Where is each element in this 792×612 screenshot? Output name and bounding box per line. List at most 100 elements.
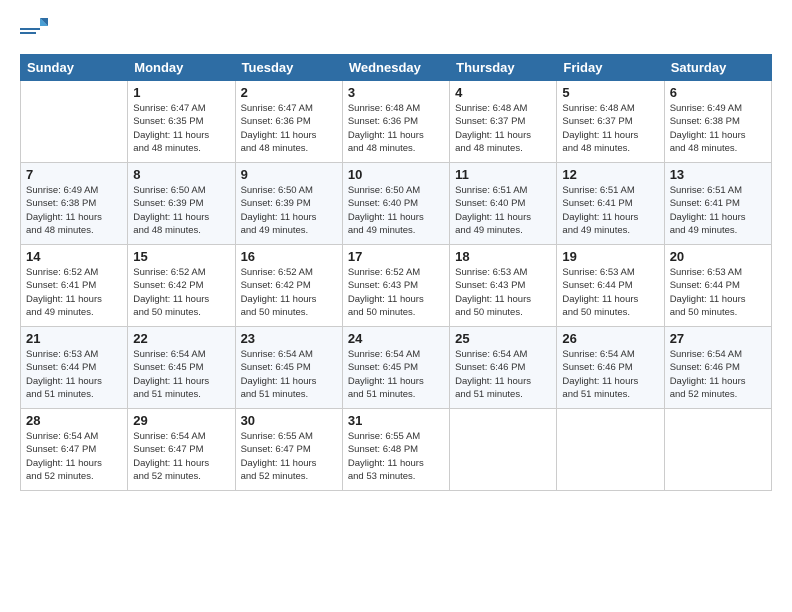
day-number: 6 [670,85,766,100]
calendar-cell: 4 Sunrise: 6:48 AM Sunset: 6:37 PM Dayli… [450,81,557,163]
day-number: 20 [670,249,766,264]
day-number: 7 [26,167,122,182]
day-number: 19 [562,249,658,264]
day-info: Sunrise: 6:50 AM Sunset: 6:40 PM Dayligh… [348,184,444,237]
day-number: 25 [455,331,551,346]
day-number: 2 [241,85,337,100]
calendar-page: SundayMondayTuesdayWednesdayThursdayFrid… [0,0,792,612]
day-number: 13 [670,167,766,182]
day-number: 5 [562,85,658,100]
header-row: SundayMondayTuesdayWednesdayThursdayFrid… [21,55,772,81]
calendar-cell: 16 Sunrise: 6:52 AM Sunset: 6:42 PM Dayl… [235,245,342,327]
day-info: Sunrise: 6:50 AM Sunset: 6:39 PM Dayligh… [133,184,229,237]
calendar-cell: 30 Sunrise: 6:55 AM Sunset: 6:47 PM Dayl… [235,409,342,491]
calendar-cell [21,81,128,163]
calendar-cell: 2 Sunrise: 6:47 AM Sunset: 6:36 PM Dayli… [235,81,342,163]
calendar-cell: 17 Sunrise: 6:52 AM Sunset: 6:43 PM Dayl… [342,245,449,327]
day-number: 11 [455,167,551,182]
calendar-cell: 21 Sunrise: 6:53 AM Sunset: 6:44 PM Dayl… [21,327,128,409]
logo-icon [20,14,48,42]
calendar-cell: 28 Sunrise: 6:54 AM Sunset: 6:47 PM Dayl… [21,409,128,491]
calendar-cell: 19 Sunrise: 6:53 AM Sunset: 6:44 PM Dayl… [557,245,664,327]
day-number: 29 [133,413,229,428]
day-info: Sunrise: 6:53 AM Sunset: 6:43 PM Dayligh… [455,266,551,319]
day-number: 17 [348,249,444,264]
day-info: Sunrise: 6:54 AM Sunset: 6:46 PM Dayligh… [455,348,551,401]
header [20,16,772,44]
calendar-cell: 8 Sunrise: 6:50 AM Sunset: 6:39 PM Dayli… [128,163,235,245]
day-info: Sunrise: 6:55 AM Sunset: 6:48 PM Dayligh… [348,430,444,483]
day-number: 3 [348,85,444,100]
day-info: Sunrise: 6:53 AM Sunset: 6:44 PM Dayligh… [26,348,122,401]
day-number: 8 [133,167,229,182]
day-number: 22 [133,331,229,346]
calendar-cell: 9 Sunrise: 6:50 AM Sunset: 6:39 PM Dayli… [235,163,342,245]
day-info: Sunrise: 6:51 AM Sunset: 6:40 PM Dayligh… [455,184,551,237]
calendar-cell: 11 Sunrise: 6:51 AM Sunset: 6:40 PM Dayl… [450,163,557,245]
calendar-cell: 31 Sunrise: 6:55 AM Sunset: 6:48 PM Dayl… [342,409,449,491]
calendar-cell: 18 Sunrise: 6:53 AM Sunset: 6:43 PM Dayl… [450,245,557,327]
calendar-cell [557,409,664,491]
calendar-cell: 25 Sunrise: 6:54 AM Sunset: 6:46 PM Dayl… [450,327,557,409]
calendar-cell [664,409,771,491]
day-info: Sunrise: 6:52 AM Sunset: 6:41 PM Dayligh… [26,266,122,319]
day-info: Sunrise: 6:54 AM Sunset: 6:46 PM Dayligh… [670,348,766,401]
day-number: 31 [348,413,444,428]
logo [20,16,52,44]
col-header-tuesday: Tuesday [235,55,342,81]
col-header-thursday: Thursday [450,55,557,81]
calendar-cell [450,409,557,491]
calendar-cell: 20 Sunrise: 6:53 AM Sunset: 6:44 PM Dayl… [664,245,771,327]
calendar-cell: 13 Sunrise: 6:51 AM Sunset: 6:41 PM Dayl… [664,163,771,245]
calendar-cell: 29 Sunrise: 6:54 AM Sunset: 6:47 PM Dayl… [128,409,235,491]
calendar-cell: 27 Sunrise: 6:54 AM Sunset: 6:46 PM Dayl… [664,327,771,409]
week-row-2: 7 Sunrise: 6:49 AM Sunset: 6:38 PM Dayli… [21,163,772,245]
day-info: Sunrise: 6:52 AM Sunset: 6:42 PM Dayligh… [133,266,229,319]
day-number: 27 [670,331,766,346]
col-header-monday: Monday [128,55,235,81]
day-number: 9 [241,167,337,182]
day-info: Sunrise: 6:47 AM Sunset: 6:36 PM Dayligh… [241,102,337,155]
day-number: 16 [241,249,337,264]
calendar-cell: 7 Sunrise: 6:49 AM Sunset: 6:38 PM Dayli… [21,163,128,245]
day-info: Sunrise: 6:49 AM Sunset: 6:38 PM Dayligh… [26,184,122,237]
calendar-cell: 6 Sunrise: 6:49 AM Sunset: 6:38 PM Dayli… [664,81,771,163]
calendar-cell: 3 Sunrise: 6:48 AM Sunset: 6:36 PM Dayli… [342,81,449,163]
calendar-cell: 22 Sunrise: 6:54 AM Sunset: 6:45 PM Dayl… [128,327,235,409]
col-header-wednesday: Wednesday [342,55,449,81]
calendar-cell: 1 Sunrise: 6:47 AM Sunset: 6:35 PM Dayli… [128,81,235,163]
day-info: Sunrise: 6:53 AM Sunset: 6:44 PM Dayligh… [562,266,658,319]
day-info: Sunrise: 6:49 AM Sunset: 6:38 PM Dayligh… [670,102,766,155]
day-number: 24 [348,331,444,346]
day-number: 28 [26,413,122,428]
day-info: Sunrise: 6:50 AM Sunset: 6:39 PM Dayligh… [241,184,337,237]
calendar-cell: 14 Sunrise: 6:52 AM Sunset: 6:41 PM Dayl… [21,245,128,327]
week-row-5: 28 Sunrise: 6:54 AM Sunset: 6:47 PM Dayl… [21,409,772,491]
day-number: 1 [133,85,229,100]
day-info: Sunrise: 6:54 AM Sunset: 6:47 PM Dayligh… [26,430,122,483]
day-info: Sunrise: 6:52 AM Sunset: 6:43 PM Dayligh… [348,266,444,319]
day-info: Sunrise: 6:52 AM Sunset: 6:42 PM Dayligh… [241,266,337,319]
calendar-cell: 5 Sunrise: 6:48 AM Sunset: 6:37 PM Dayli… [557,81,664,163]
day-number: 30 [241,413,337,428]
day-info: Sunrise: 6:48 AM Sunset: 6:37 PM Dayligh… [455,102,551,155]
week-row-3: 14 Sunrise: 6:52 AM Sunset: 6:41 PM Dayl… [21,245,772,327]
day-info: Sunrise: 6:55 AM Sunset: 6:47 PM Dayligh… [241,430,337,483]
day-number: 23 [241,331,337,346]
day-number: 21 [26,331,122,346]
col-header-friday: Friday [557,55,664,81]
day-info: Sunrise: 6:53 AM Sunset: 6:44 PM Dayligh… [670,266,766,319]
calendar-cell: 26 Sunrise: 6:54 AM Sunset: 6:46 PM Dayl… [557,327,664,409]
day-number: 4 [455,85,551,100]
day-info: Sunrise: 6:54 AM Sunset: 6:45 PM Dayligh… [241,348,337,401]
day-info: Sunrise: 6:47 AM Sunset: 6:35 PM Dayligh… [133,102,229,155]
calendar-cell: 15 Sunrise: 6:52 AM Sunset: 6:42 PM Dayl… [128,245,235,327]
day-number: 18 [455,249,551,264]
col-header-sunday: Sunday [21,55,128,81]
day-info: Sunrise: 6:54 AM Sunset: 6:45 PM Dayligh… [133,348,229,401]
col-header-saturday: Saturday [664,55,771,81]
day-info: Sunrise: 6:48 AM Sunset: 6:36 PM Dayligh… [348,102,444,155]
day-info: Sunrise: 6:54 AM Sunset: 6:46 PM Dayligh… [562,348,658,401]
calendar-cell: 12 Sunrise: 6:51 AM Sunset: 6:41 PM Dayl… [557,163,664,245]
day-number: 26 [562,331,658,346]
